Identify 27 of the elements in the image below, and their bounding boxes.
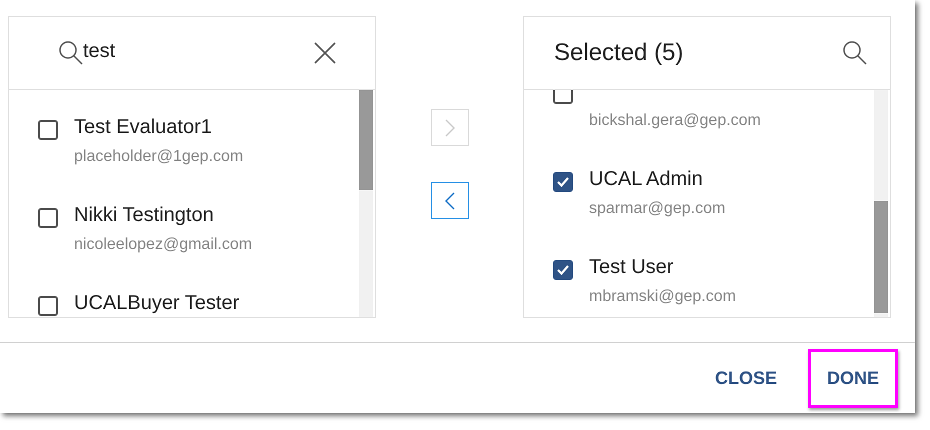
panel-title: Selected (5) bbox=[554, 39, 684, 67]
user-email: placeholder@1gep.com bbox=[74, 148, 244, 166]
user-name: UCALBuyer Tester bbox=[74, 291, 240, 316]
done-button[interactable]: DONE bbox=[808, 348, 898, 408]
user-name: Test User bbox=[589, 255, 674, 280]
chevron-left-icon bbox=[444, 190, 456, 210]
user-email: mbramski@gep.com bbox=[589, 288, 736, 306]
chevron-right-icon bbox=[444, 118, 456, 138]
user-name: UCAL Admin bbox=[589, 167, 704, 192]
move-left-button[interactable] bbox=[430, 182, 468, 219]
search-icon[interactable] bbox=[842, 40, 868, 66]
close-icon[interactable] bbox=[313, 41, 337, 65]
user-email: bickshal.gera@gep.com bbox=[589, 112, 761, 130]
scrollbar[interactable] bbox=[874, 90, 888, 317]
checkbox[interactable] bbox=[38, 120, 58, 140]
checkbox[interactable] bbox=[553, 90, 573, 104]
user-email: nicoleelopez@gmail.com bbox=[74, 236, 252, 254]
scrollbar[interactable] bbox=[359, 90, 373, 317]
user-email: sparmar@gep.com bbox=[589, 200, 726, 218]
checkbox[interactable] bbox=[553, 172, 573, 192]
user-name: Nikki Testington bbox=[74, 203, 215, 228]
checkbox[interactable] bbox=[38, 296, 58, 316]
user-name: Test Evaluator1 bbox=[74, 115, 213, 140]
checkbox[interactable] bbox=[553, 260, 573, 280]
close-button[interactable]: CLOSE bbox=[696, 348, 796, 408]
search-icon bbox=[58, 40, 84, 66]
checkbox[interactable] bbox=[38, 208, 58, 228]
